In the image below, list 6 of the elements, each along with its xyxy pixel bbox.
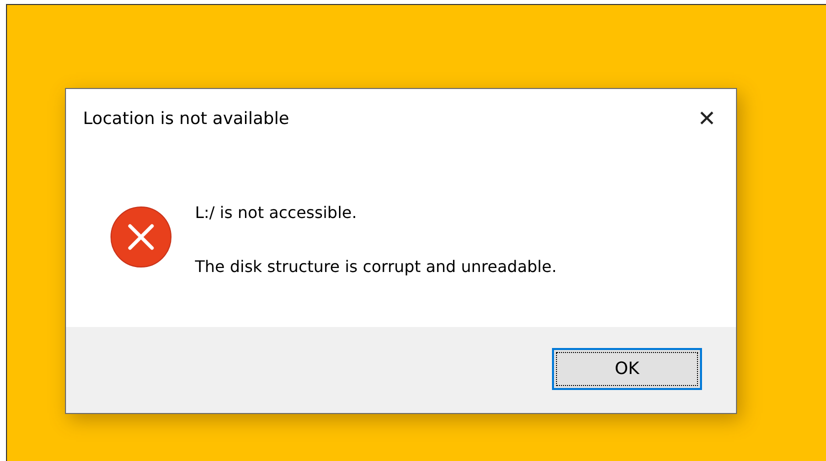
error-icon bbox=[110, 206, 172, 268]
ok-button[interactable]: OK bbox=[552, 348, 702, 390]
close-button[interactable]: ✕ bbox=[694, 106, 720, 132]
message-text: L:/ is not accessible. bbox=[195, 203, 358, 222]
dialog-title: Location is not available bbox=[83, 109, 290, 129]
message-text: The disk structure is corrupt and unreadable. bbox=[195, 257, 557, 276]
